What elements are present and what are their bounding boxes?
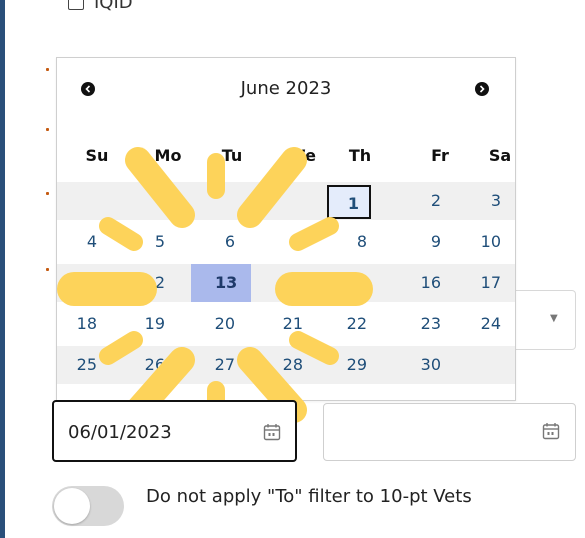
chevron-right-icon[interactable] xyxy=(475,82,489,96)
calendar-day[interactable]: 19 xyxy=(125,305,175,343)
calendar-day[interactable]: 13 xyxy=(191,264,251,302)
calendar-day[interactable]: 21 xyxy=(263,305,313,343)
day-of-week-label: Tu xyxy=(221,146,243,165)
calendar-day[interactable]: 23 xyxy=(401,305,451,343)
iqid-checkbox[interactable] xyxy=(68,0,84,10)
toggle-knob[interactable] xyxy=(54,488,90,524)
toggle-label: Do not apply "To" filter to 10-pt Vets xyxy=(146,486,472,507)
calendar-day[interactable]: 3 xyxy=(461,182,511,220)
iqid-checkbox-label: IQID xyxy=(94,0,133,13)
to-date-input[interactable] xyxy=(323,403,576,461)
calendar-week-row: 25 26 27 28 29 30 xyxy=(57,346,515,384)
day-of-week-label: Sa xyxy=(488,146,512,165)
from-date-input[interactable]: 06/01/2023 xyxy=(52,400,297,462)
calendar-week-row: 18 19 20 21 22 23 24 xyxy=(57,305,515,343)
day-of-week-label: Th xyxy=(348,146,372,165)
day-of-week-label: Su xyxy=(85,146,109,165)
day-of-week-label: We xyxy=(288,146,316,165)
calendar-day[interactable]: 24 xyxy=(461,305,511,343)
calendar-day[interactable]: 25 xyxy=(57,346,107,384)
calendar-day[interactable]: 27 xyxy=(195,346,245,384)
calendar-day[interactable]: 16 xyxy=(401,264,451,302)
calendar-day[interactable]: 15 xyxy=(327,264,377,302)
calendar-day[interactable]: 4 xyxy=(57,223,107,261)
select-dropdown[interactable]: ▼ xyxy=(514,290,576,350)
calendar-day[interactable]: 17 xyxy=(461,264,511,302)
calendar-day[interactable]: 28 xyxy=(263,346,313,384)
calendar-day[interactable]: 10 xyxy=(461,223,511,261)
calendar-day[interactable]: 7 xyxy=(263,223,313,261)
calendar-day[interactable]: 8 xyxy=(327,223,377,261)
calendar-day[interactable]: 29 xyxy=(327,346,377,384)
calendar-day[interactable]: 14 xyxy=(263,264,313,302)
apply-to-filter-toggle[interactable] xyxy=(52,486,124,526)
iqid-checkbox-row[interactable]: IQID xyxy=(68,0,133,14)
calendar-day[interactable]: 12 xyxy=(125,264,175,302)
day-of-week-label: Mo xyxy=(154,146,182,165)
left-rail xyxy=(0,0,5,538)
calendar-day[interactable]: 5 xyxy=(125,223,175,261)
calendar-day[interactable]: 6 xyxy=(195,223,245,261)
day-of-week-label: Fr xyxy=(431,146,449,165)
calendar-day[interactable]: 20 xyxy=(195,305,245,343)
calendar-week-row: 11 12 13 14 15 16 17 xyxy=(57,264,515,302)
calendar-day[interactable]: 11 xyxy=(57,264,107,302)
calendar-day[interactable]: 18 xyxy=(57,305,107,343)
calendar-month-title: June 2023 xyxy=(240,78,332,99)
calendar-day[interactable]: 9 xyxy=(401,223,451,261)
calendar-day[interactable]: 30 xyxy=(401,346,451,384)
date-picker-calendar: June 2023 Su Mo Tu We Th Fr Sa 1 2 3 4 5 6 7 8 9 10 11 12… xyxy=(56,57,516,401)
calendar-icon[interactable] xyxy=(542,422,560,440)
from-date-value[interactable]: 06/01/2023 xyxy=(68,422,172,443)
calendar-week-row: 4 5 6 7 8 9 10 xyxy=(57,223,515,261)
calendar-day[interactable]: 1 xyxy=(327,185,371,219)
calendar-day[interactable]: 22 xyxy=(327,305,377,343)
chevron-down-icon: ▼ xyxy=(550,313,558,324)
days-of-week-row: Su Mo Tu We Th Fr Sa xyxy=(57,146,515,166)
calendar-icon[interactable] xyxy=(263,423,281,441)
calendar-week-row: 123 xyxy=(57,182,515,220)
calendar-header: June 2023 xyxy=(57,58,515,124)
calendar-day[interactable]: 2 xyxy=(401,182,451,220)
calendar-day[interactable]: 26 xyxy=(125,346,175,384)
